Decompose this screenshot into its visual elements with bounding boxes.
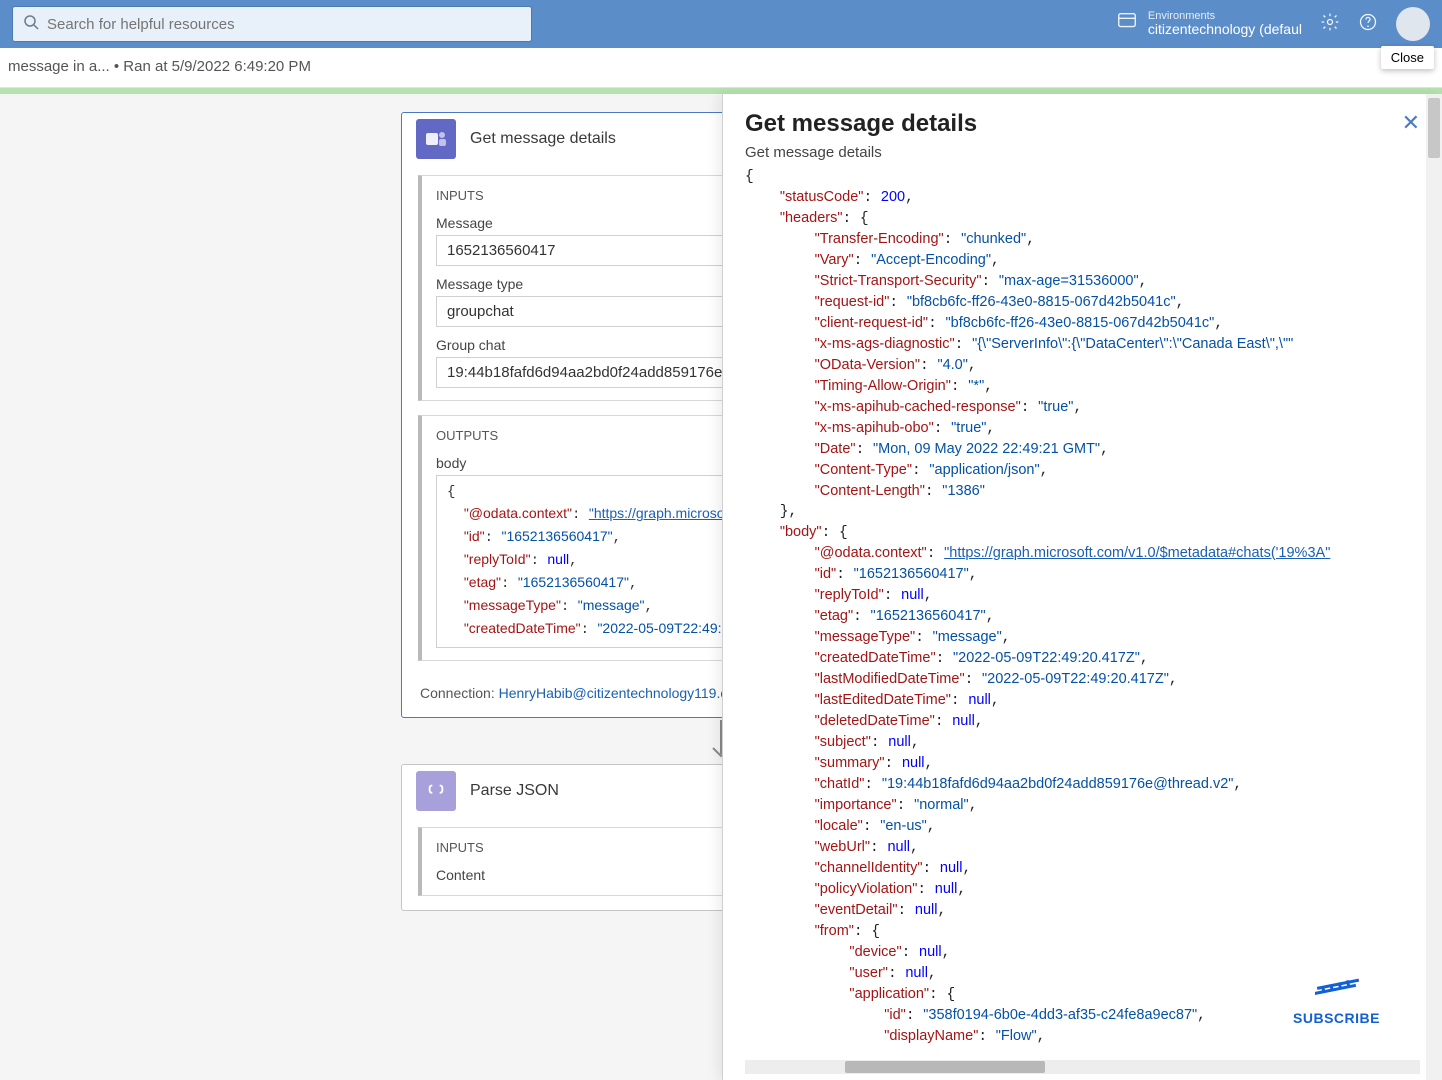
environment-name: citizentechnology (defaul: [1148, 22, 1302, 37]
panel-subtitle: Get message details: [723, 144, 1442, 167]
close-icon[interactable]: ✕: [1402, 110, 1420, 136]
inputs-label: INPUTS: [436, 840, 484, 855]
subscribe-badge[interactable]: SUBSCRIBE: [1293, 964, 1380, 1026]
outer-v-scrollbar[interactable]: [1426, 94, 1442, 1080]
card-title: Parse JSON: [470, 782, 559, 800]
gear-icon[interactable]: [1320, 12, 1340, 37]
subscribe-label: SUBSCRIBE: [1293, 1010, 1380, 1026]
run-info-bar: message in a... • Ran at 5/9/2022 6:49:2…: [0, 48, 1442, 88]
h-scroll-thumb[interactable]: [845, 1061, 1045, 1073]
panel-title: Get message details: [745, 110, 977, 138]
main-area: Get message details INPUTS Show raw inp …: [0, 94, 1442, 1080]
card-title: Get message details: [470, 130, 616, 148]
details-panel: Get message details ✕ Get message detail…: [722, 94, 1442, 1080]
topbar-right: Environments citizentechnology (defaul: [1116, 0, 1430, 48]
connection-label: Connection:: [420, 685, 495, 701]
top-bar: Environments citizentechnology (defaul C…: [0, 0, 1442, 48]
close-tooltip: Close: [1381, 46, 1434, 69]
teams-icon: [416, 119, 456, 159]
panel-body[interactable]: { "statusCode": 200, "headers": { "Trans…: [745, 167, 1428, 1050]
search-icon: [23, 14, 39, 35]
avatar[interactable]: [1396, 7, 1430, 41]
environment-picker[interactable]: Environments citizentechnology (defaul: [1116, 10, 1302, 38]
panel-h-scrollbar[interactable]: [745, 1060, 1420, 1074]
code-icon: [416, 771, 456, 811]
panel-json[interactable]: { "statusCode": 200, "headers": { "Trans…: [745, 167, 1414, 1050]
v-scroll-thumb[interactable]: [1428, 98, 1440, 158]
search-input[interactable]: [47, 16, 521, 33]
outputs-label: OUTPUTS: [436, 428, 498, 443]
search-box[interactable]: [12, 6, 532, 42]
help-icon[interactable]: [1358, 12, 1378, 37]
inputs-label: INPUTS: [436, 188, 484, 203]
environment-label: Environments: [1148, 10, 1302, 22]
environment-icon: [1116, 10, 1138, 38]
